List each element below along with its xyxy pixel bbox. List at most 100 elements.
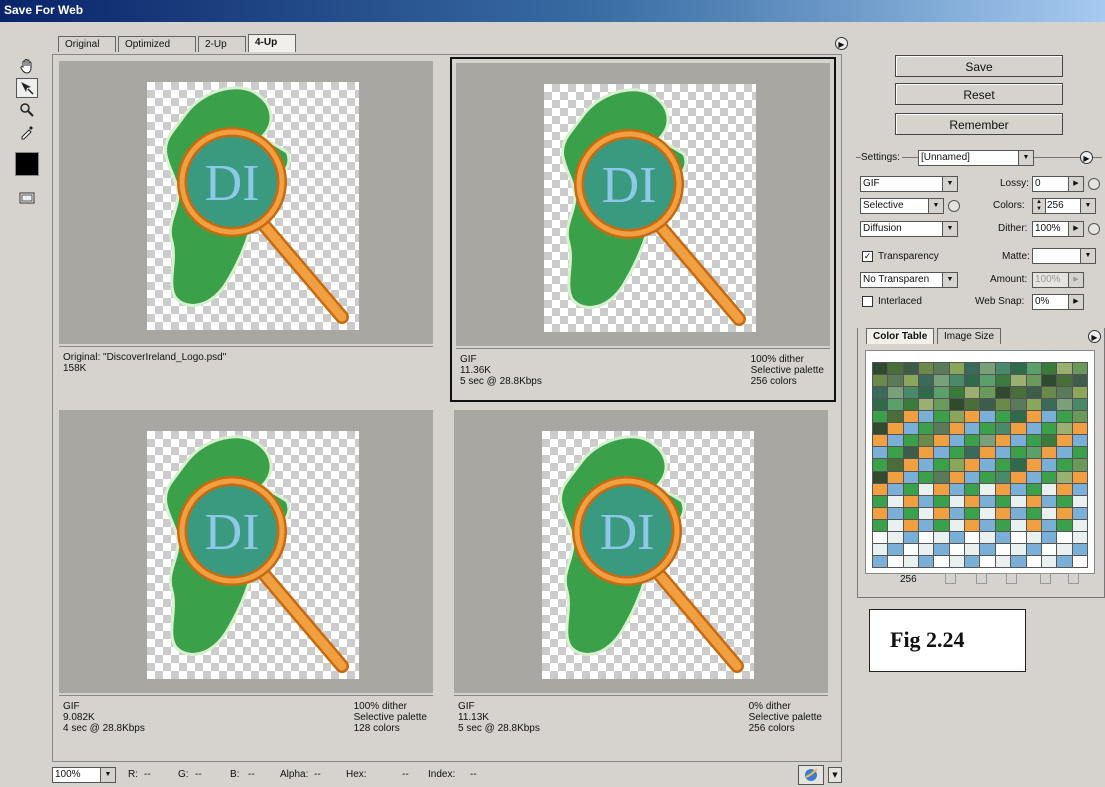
- color-swatch[interactable]: [1011, 363, 1026, 375]
- color-swatch[interactable]: [1057, 387, 1072, 399]
- color-swatch[interactable]: [949, 471, 965, 483]
- color-swatch[interactable]: [873, 531, 888, 543]
- color-swatch[interactable]: [1011, 531, 1026, 543]
- color-swatch[interactable]: [1026, 483, 1041, 495]
- color-swatch[interactable]: [919, 363, 934, 375]
- color-swatch[interactable]: [965, 435, 980, 447]
- color-swatch[interactable]: [873, 495, 888, 507]
- color-swatch[interactable]: [1057, 519, 1072, 531]
- color-swatch[interactable]: [888, 555, 903, 567]
- color-swatch[interactable]: [995, 507, 1011, 519]
- color-swatch[interactable]: [934, 531, 949, 543]
- color-swatch[interactable]: [1057, 399, 1072, 411]
- eyedropper-color-icon[interactable]: [15, 152, 39, 176]
- save-button[interactable]: Save: [895, 55, 1063, 77]
- color-swatch[interactable]: [949, 519, 965, 531]
- color-swatch[interactable]: [873, 387, 888, 399]
- color-swatch[interactable]: [1072, 519, 1087, 531]
- view-menu-arrow-icon[interactable]: ▶: [835, 37, 848, 50]
- color-swatch[interactable]: [1057, 495, 1072, 507]
- color-swatch[interactable]: [965, 519, 980, 531]
- color-swatch[interactable]: [1072, 471, 1087, 483]
- color-swatch[interactable]: [919, 447, 934, 459]
- color-swatch[interactable]: [903, 363, 919, 375]
- color-swatch[interactable]: [980, 543, 995, 555]
- color-swatch[interactable]: [980, 471, 995, 483]
- color-swatch[interactable]: [1057, 423, 1072, 435]
- color-swatch[interactable]: [1041, 483, 1057, 495]
- color-swatch[interactable]: [1041, 423, 1057, 435]
- color-swatch[interactable]: [919, 507, 934, 519]
- color-swatch[interactable]: [949, 447, 965, 459]
- color-swatch[interactable]: [980, 483, 995, 495]
- tab-4up[interactable]: 4-Up: [248, 34, 296, 52]
- color-swatch[interactable]: [965, 399, 980, 411]
- color-swatch[interactable]: [980, 459, 995, 471]
- matte-select[interactable]: ▼: [1032, 248, 1096, 264]
- color-swatch[interactable]: [919, 399, 934, 411]
- color-swatch[interactable]: [873, 411, 888, 423]
- dither-mask-icon[interactable]: [1088, 223, 1100, 235]
- color-swatch[interactable]: [888, 435, 903, 447]
- color-swatch[interactable]: [1011, 423, 1026, 435]
- color-swatch[interactable]: [873, 423, 888, 435]
- color-swatch[interactable]: [965, 495, 980, 507]
- color-swatch[interactable]: [903, 519, 919, 531]
- web-shift-icon[interactable]: [976, 573, 987, 584]
- color-swatch[interactable]: [903, 555, 919, 567]
- color-swatch[interactable]: [965, 471, 980, 483]
- color-swatch[interactable]: [888, 363, 903, 375]
- color-swatch[interactable]: [1072, 543, 1087, 555]
- color-swatch[interactable]: [980, 447, 995, 459]
- color-swatch[interactable]: [888, 495, 903, 507]
- websnap-field[interactable]: 0% ▶: [1032, 294, 1084, 310]
- preview-pane-optimized-3[interactable]: DI GIF 11.13K 5 sec @ 28.8Kbps 0% dither Se…: [448, 404, 834, 749]
- lossy-field[interactable]: 0 ▶: [1032, 176, 1084, 192]
- browser-menu-chevron-down-icon[interactable]: ▼: [828, 767, 842, 783]
- color-swatch[interactable]: [1041, 555, 1057, 567]
- color-swatch[interactable]: [934, 495, 949, 507]
- color-swatch[interactable]: [873, 483, 888, 495]
- color-swatch[interactable]: [873, 471, 888, 483]
- color-swatch[interactable]: [934, 555, 949, 567]
- color-swatch[interactable]: [1072, 459, 1087, 471]
- color-swatch[interactable]: [1011, 387, 1026, 399]
- settings-menu-arrow-icon[interactable]: ▶: [1080, 151, 1093, 164]
- color-swatch[interactable]: [1072, 399, 1087, 411]
- color-swatch[interactable]: [995, 531, 1011, 543]
- color-swatch[interactable]: [1041, 543, 1057, 555]
- color-swatch[interactable]: [919, 459, 934, 471]
- color-swatch[interactable]: [888, 423, 903, 435]
- color-swatch[interactable]: [1026, 399, 1041, 411]
- color-swatch[interactable]: [919, 435, 934, 447]
- color-swatch[interactable]: [1057, 483, 1072, 495]
- color-swatch[interactable]: [1072, 363, 1087, 375]
- color-swatch[interactable]: [980, 519, 995, 531]
- color-swatch[interactable]: [919, 543, 934, 555]
- color-swatch[interactable]: [934, 387, 949, 399]
- format-select[interactable]: GIF ▼: [860, 176, 958, 192]
- color-swatch[interactable]: [965, 363, 980, 375]
- hand-icon[interactable]: [16, 56, 38, 76]
- color-swatch[interactable]: [995, 555, 1011, 567]
- color-swatch[interactable]: [980, 495, 995, 507]
- color-swatch[interactable]: [903, 495, 919, 507]
- color-swatch[interactable]: [934, 483, 949, 495]
- color-swatch[interactable]: [919, 519, 934, 531]
- color-swatch[interactable]: [903, 459, 919, 471]
- color-swatch[interactable]: [1026, 459, 1041, 471]
- color-swatch[interactable]: [919, 423, 934, 435]
- color-swatch[interactable]: [995, 519, 1011, 531]
- new-color-icon[interactable]: [1040, 573, 1051, 584]
- color-swatch[interactable]: [1026, 555, 1041, 567]
- color-swatch[interactable]: [873, 363, 888, 375]
- color-swatch[interactable]: [1041, 507, 1057, 519]
- color-swatch[interactable]: [995, 423, 1011, 435]
- color-swatch[interactable]: [919, 483, 934, 495]
- color-swatch[interactable]: [1072, 411, 1087, 423]
- color-swatch[interactable]: [934, 375, 949, 387]
- color-swatch[interactable]: [1057, 459, 1072, 471]
- color-swatch[interactable]: [919, 531, 934, 543]
- color-swatch[interactable]: [1057, 543, 1072, 555]
- color-swatch[interactable]: [965, 507, 980, 519]
